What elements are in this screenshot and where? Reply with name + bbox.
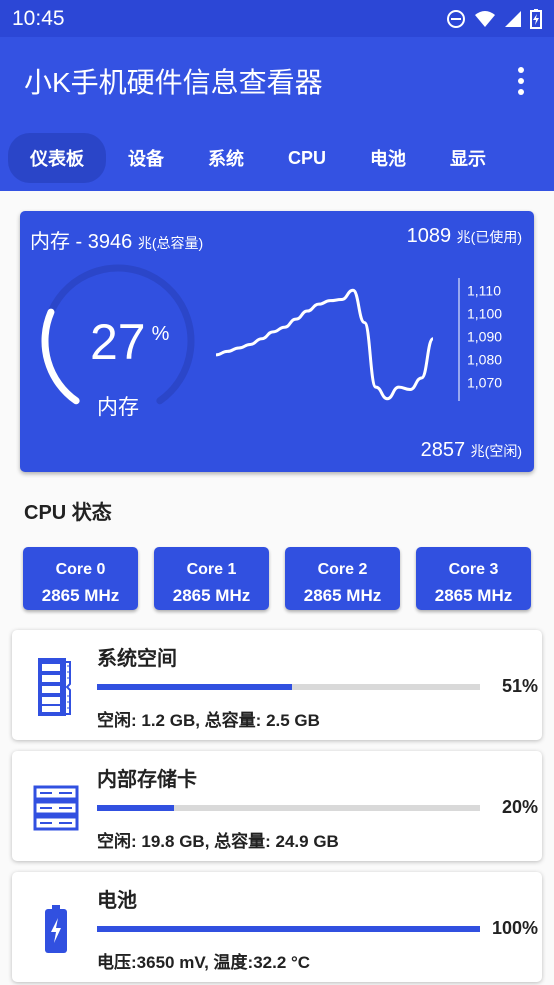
core-name: Core 3 (448, 561, 499, 578)
item-percent: 51% (501, 676, 538, 696)
tab-2[interactable]: 系统 (186, 133, 266, 183)
y-tick-label: 1,110 (467, 282, 501, 298)
y-tick-label: 1,100 (467, 305, 502, 321)
item-detail: 电压:3650 mV, 温度:32.2 °C (97, 953, 311, 972)
battery-icon (530, 8, 542, 29)
core-freq: 2865 MHz (41, 586, 120, 605)
wifi-icon (475, 10, 495, 27)
core-freq: 2865 MHz (434, 586, 513, 605)
more-options-icon[interactable] (512, 61, 530, 101)
item-title: 系统空间 (97, 648, 177, 670)
storage-item[interactable]: 内部存储卡 20% 空闲: 19.8 GB, 总容量: 24.9 GB (12, 751, 542, 861)
progress-bar (97, 926, 480, 932)
battery-charging-icon (26, 894, 86, 964)
progress-fill (97, 926, 480, 932)
item-detail: 空闲: 19.8 GB, 总容量: 24.9 GB (97, 832, 339, 851)
gauge-label: 内存 (97, 396, 139, 419)
memory-percent: 27% (90, 314, 170, 370)
memory-used: 1089 兆(已使用) (406, 225, 522, 247)
clock: 10:45 (12, 6, 65, 30)
item-title: 内部存储卡 (97, 769, 197, 791)
core-card[interactable]: Core 3 2865 MHz (416, 547, 531, 610)
app-title: 小K手机硬件信息查看器 (24, 67, 323, 98)
storage-item[interactable]: 电池 100% 电压:3650 mV, 温度:32.2 °C (12, 872, 542, 982)
memory-free: 2857 兆(空闲) (420, 439, 522, 461)
y-tick-label: 1,080 (467, 351, 502, 367)
core-name: Core 2 (317, 561, 368, 578)
memory-total: 内存 - 3946 兆(总容量) (30, 231, 204, 253)
progress-bar (97, 684, 480, 690)
item-percent: 100% (491, 918, 538, 938)
storage-item[interactable]: 系统空间 51% 空闲: 1.2 GB, 总容量: 2.5 GB (12, 630, 542, 740)
y-tick-label: 1,090 (467, 328, 502, 344)
memory-card: 1,110 1,100 1,090 1,080 1,070 内存 - 3946 兆(总容… (20, 211, 534, 472)
progress-fill (97, 805, 174, 811)
app-bar: 小K手机硬件信息查看器 (0, 37, 554, 125)
dnd-icon (447, 9, 465, 28)
tab-bar: 仪表板 设备 系统 CPU 电池 显示 (0, 125, 554, 191)
core-card[interactable]: Core 2 2865 MHz (285, 547, 400, 610)
core-name: Core 1 (186, 561, 237, 578)
tab-1[interactable]: 设备 (106, 133, 186, 183)
tab-4[interactable]: 电池 (348, 133, 428, 183)
item-detail: 空闲: 1.2 GB, 总容量: 2.5 GB (97, 711, 320, 730)
core-freq: 2865 MHz (172, 586, 251, 605)
storage-server-icon (26, 773, 86, 843)
tab-0[interactable]: 仪表板 (8, 133, 106, 183)
tab-5[interactable]: 显示 (428, 133, 508, 183)
progress-fill (97, 684, 293, 690)
memory-chip-icon (26, 652, 86, 722)
cpu-cores: Core 0 2865 MHz Core 1 2865 MHz Core 2 2865 M… (23, 547, 531, 610)
gauge-progress (41, 308, 80, 405)
signal-icon (505, 10, 521, 27)
tab-3[interactable]: CPU (266, 136, 348, 181)
status-bar: 10:45 (0, 0, 554, 37)
y-tick-label: 1,070 (467, 375, 502, 391)
core-name: Core 0 (55, 561, 106, 578)
progress-bar (97, 805, 480, 811)
core-freq: 2865 MHz (303, 586, 382, 605)
memory-line (215, 288, 435, 401)
item-percent: 20% (501, 797, 538, 817)
core-card[interactable]: Core 1 2865 MHz (154, 547, 269, 610)
item-title: 电池 (97, 890, 137, 912)
core-card[interactable]: Core 0 2865 MHz (23, 547, 138, 610)
cpu-heading: CPU 状态 (24, 502, 112, 524)
